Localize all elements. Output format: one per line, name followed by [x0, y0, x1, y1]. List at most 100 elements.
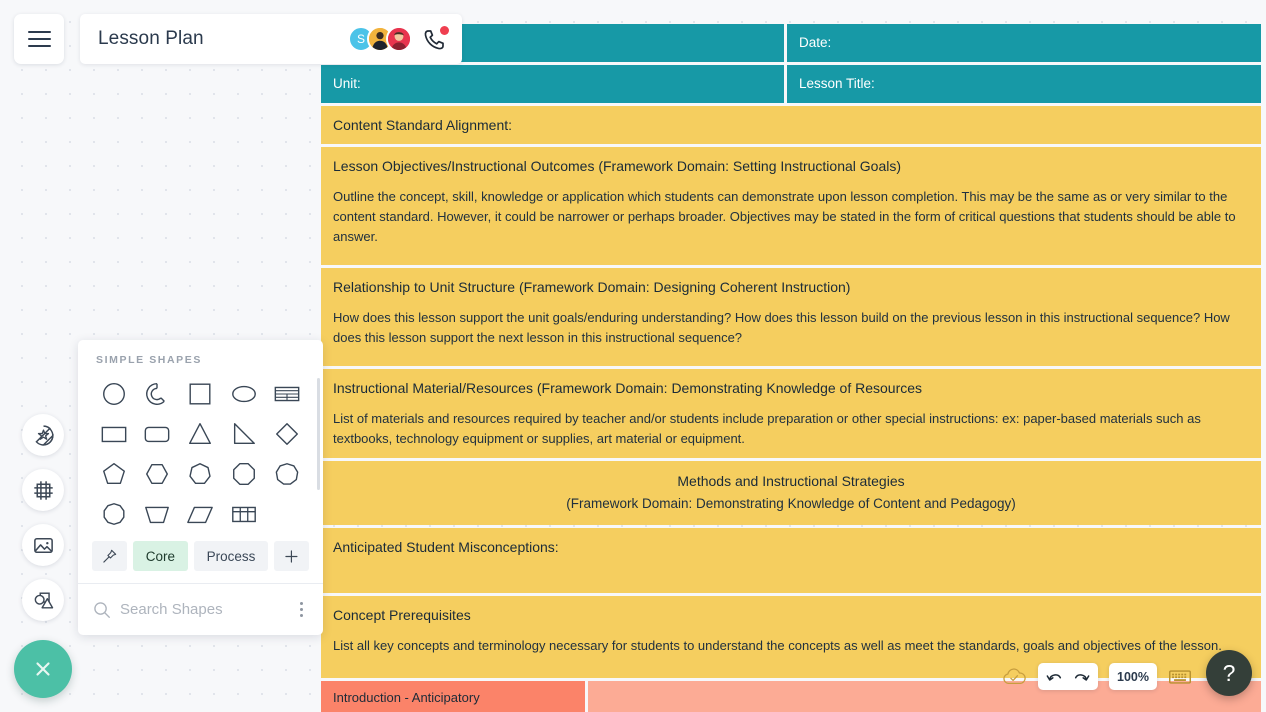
- introduction-label: Introduction - Anticipatory: [333, 689, 480, 705]
- sidebar-item-stickers[interactable]: [22, 414, 64, 456]
- notification-dot: [440, 26, 449, 35]
- sticker-star-icon: [34, 424, 54, 446]
- cloud-check-glyph: [1003, 667, 1026, 684]
- zoom-level-label: 100%: [1117, 669, 1149, 684]
- tag-label: Process: [206, 548, 256, 564]
- right-triangle-shape[interactable]: [222, 414, 265, 454]
- menu-line: [27, 45, 51, 47]
- section-cell[interactable]: Relationship to Unit Structure (Framewor…: [321, 268, 1261, 366]
- sidebar-item-images[interactable]: [22, 524, 64, 566]
- redo-icon[interactable]: [1073, 669, 1090, 684]
- section-body: List all key concepts and terminology ne…: [333, 637, 1222, 653]
- heptagon-shape[interactable]: [179, 454, 222, 494]
- parallelogram-shape[interactable]: [179, 494, 222, 534]
- search-icon: [94, 601, 110, 618]
- collaborator-list: S: [348, 26, 452, 52]
- arc-shape[interactable]: [135, 374, 178, 414]
- table-grid-shape[interactable]: [222, 494, 265, 534]
- lesson-title-field-cell[interactable]: Lesson Title:: [787, 65, 1261, 103]
- help-button[interactable]: ?: [1206, 650, 1252, 696]
- section-student-misconceptions: Anticipated Student Misconceptions:: [321, 527, 1261, 593]
- triangle-shape[interactable]: [179, 414, 222, 454]
- help-label: ?: [1222, 659, 1236, 686]
- shape-tag-process[interactable]: Process: [193, 541, 269, 571]
- image-icon: [33, 537, 53, 553]
- tag-label: Core: [145, 548, 175, 564]
- top-bar: Lesson Plan S: [14, 14, 462, 64]
- section-heading: Content Standard Alignment:: [333, 116, 513, 133]
- introduction-label-cell[interactable]: Introduction - Anticipatory: [321, 680, 585, 712]
- pentagon-shape[interactable]: [92, 454, 135, 494]
- hamburger-menu-icon[interactable]: [14, 14, 64, 64]
- pin-icon: [103, 549, 117, 563]
- shape-grid: [78, 374, 323, 535]
- unit-field-cell[interactable]: Unit:: [321, 65, 784, 103]
- section-heading: Anticipated Student Misconceptions:: [333, 538, 559, 555]
- section-cell[interactable]: Content Standard Alignment:: [321, 106, 1261, 144]
- add-tag-button[interactable]: [274, 541, 310, 571]
- shapes-search-bar: Search Shapes: [78, 583, 323, 635]
- undo-redo-group: [1038, 663, 1099, 690]
- circle-shape[interactable]: [92, 374, 135, 414]
- nonagon-shape[interactable]: [266, 454, 309, 494]
- shape-tag-core[interactable]: Core: [132, 541, 188, 571]
- section-heading: Relationship to Unit Structure (Framewor…: [333, 279, 851, 295]
- close-panel-button[interactable]: [14, 640, 72, 698]
- section-cell[interactable]: Lesson Objectives/Instructional Outcomes…: [321, 147, 1261, 265]
- call-button[interactable]: [422, 26, 449, 52]
- plus-icon: [285, 549, 298, 563]
- page-title: Lesson Plan: [98, 28, 204, 49]
- section-body: List of materials and resources required…: [333, 411, 1201, 447]
- redo-glyph: [1074, 674, 1090, 681]
- bottom-toolbar: 100%: [1001, 663, 1192, 690]
- trapezoid-shape[interactable]: [135, 494, 178, 534]
- sidebar-item-shapes[interactable]: [22, 579, 64, 621]
- panel-scrollbar[interactable]: [317, 378, 320, 490]
- section-cell[interactable]: Instructional Material/Resources (Framew…: [321, 369, 1261, 459]
- avatar-initial: S: [356, 32, 365, 46]
- striped-rows-shape[interactable]: [266, 374, 309, 414]
- square-shape[interactable]: [179, 374, 222, 414]
- document-title-card[interactable]: Lesson Plan S: [80, 14, 462, 64]
- kebab-dot: [300, 608, 303, 611]
- diamond-shape[interactable]: [266, 414, 309, 454]
- section-cell[interactable]: Methods and Instructional Strategies (Fr…: [321, 461, 1261, 525]
- section-heading: Lesson Objectives/Instructional Outcomes…: [333, 158, 902, 174]
- section-heading: Instructional Material/Resources (Framew…: [333, 380, 923, 396]
- section-body: Outline the concept, skill, knowledge or…: [333, 189, 1236, 245]
- keyboard-icon[interactable]: [1168, 668, 1192, 686]
- shapes-panel: SIMPLE SHAPES Core Process Search Shapes: [78, 340, 323, 635]
- lesson-plan-document: Date: Unit: Lesson Title: Content Standa…: [321, 24, 1261, 712]
- undo-icon[interactable]: [1046, 669, 1063, 684]
- section-content-standard: Content Standard Alignment:: [321, 106, 1261, 144]
- section-methods-strategies: Methods and Instructional Strategies (Fr…: [321, 461, 1261, 525]
- section-instructional-material: Instructional Material/Resources (Framew…: [321, 369, 1261, 459]
- lesson-title-label: Lesson Title:: [799, 75, 875, 91]
- pin-tag-button[interactable]: [92, 541, 127, 571]
- section-body: How does this lesson support the unit go…: [333, 310, 1230, 346]
- kebab-dot: [300, 602, 303, 605]
- menu-line: [27, 38, 51, 40]
- section-subheading: (Framework Domain: Demonstrating Knowled…: [566, 496, 1016, 512]
- rounded-rectangle-shape[interactable]: [135, 414, 178, 454]
- rectangle-shape[interactable]: [92, 414, 135, 454]
- search-input[interactable]: Search Shapes: [120, 601, 286, 618]
- decagon-shape[interactable]: [92, 494, 135, 534]
- cloud-check-icon[interactable]: [1001, 667, 1027, 687]
- section-cell[interactable]: Anticipated Student Misconceptions:: [321, 527, 1261, 593]
- section-relationship-unit-structure: Relationship to Unit Structure (Framewor…: [321, 268, 1261, 366]
- avatar[interactable]: [386, 26, 412, 52]
- ellipse-shape[interactable]: [222, 374, 265, 414]
- sidebar-item-frames[interactable]: [22, 469, 64, 511]
- unit-label: Unit:: [333, 75, 361, 91]
- undo-glyph: [1046, 674, 1062, 681]
- shapes-icon: [34, 591, 53, 609]
- zoom-control[interactable]: 100%: [1109, 663, 1157, 690]
- kebab-menu-icon[interactable]: [294, 598, 309, 621]
- hexagon-shape[interactable]: [135, 454, 178, 494]
- section-heading: Concept Prerequisites: [333, 606, 471, 623]
- keyboard-glyph: [1169, 669, 1191, 684]
- shape-category-tags: Core Process: [78, 535, 323, 583]
- octagon-shape[interactable]: [222, 454, 265, 494]
- date-field-cell[interactable]: Date:: [787, 24, 1261, 62]
